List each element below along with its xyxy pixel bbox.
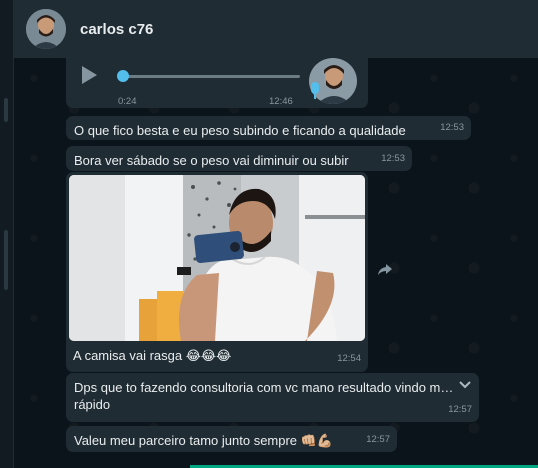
avatar-image xyxy=(309,58,357,104)
message-text: Dps que to fazendo consultoria com vc ma… xyxy=(74,380,454,412)
audio-progress-knob[interactable] xyxy=(117,70,129,82)
contact-avatar[interactable] xyxy=(26,9,66,49)
chat-header[interactable]: carlos c76 xyxy=(14,0,538,58)
message-time: 12:53 xyxy=(381,153,405,164)
message-time: 12:57 xyxy=(448,404,472,415)
contact-name[interactable]: carlos c76 xyxy=(80,21,153,38)
message-time: 12:54 xyxy=(337,353,361,364)
scroll-mark xyxy=(4,230,8,290)
play-icon[interactable] xyxy=(82,66,97,84)
message-bubble[interactable]: Bora ver sábado se o peso vai diminuir o… xyxy=(66,146,412,171)
photo-thumbnail[interactable] xyxy=(69,175,365,341)
message-bubble[interactable]: O que fico besta e eu peso subindo e fic… xyxy=(66,116,471,140)
message-bubble[interactable]: Dps que to fazendo consultoria com vc ma… xyxy=(66,373,479,422)
mic-icon xyxy=(311,82,319,99)
photo-caption: A camisa vai rasga 😂😂😂 xyxy=(73,348,232,363)
message-text: O que fico besta e eu peso subindo e fic… xyxy=(74,123,406,138)
chevron-down-icon[interactable] xyxy=(458,379,472,391)
chat-area[interactable]: 0:24 12:46 O que fico besta e eu peso su… xyxy=(14,58,538,468)
side-strip xyxy=(0,0,14,468)
message-text: Bora ver sábado se o peso vai diminuir o… xyxy=(74,153,349,168)
photo-message[interactable]: A camisa vai rasga 😂😂😂 12:54 xyxy=(66,172,368,372)
forward-icon[interactable] xyxy=(377,261,393,277)
message-text: Valeu meu parceiro tamo junto sempre 👊🏼💪… xyxy=(74,433,334,448)
sender-avatar xyxy=(309,58,357,104)
message-time: 12:53 xyxy=(440,122,464,133)
mirror-selfie-image xyxy=(69,175,365,341)
voice-message[interactable]: 0:24 12:46 xyxy=(66,58,368,108)
audio-duration: 0:24 xyxy=(118,96,137,107)
message-bubble[interactable]: Valeu meu parceiro tamo junto sempre 👊🏼💪… xyxy=(66,426,397,452)
message-time: 12:46 xyxy=(269,96,293,107)
message-time: 12:57 xyxy=(366,434,390,445)
audio-progress-track[interactable] xyxy=(124,75,300,78)
avatar-image xyxy=(26,9,66,49)
scroll-mark xyxy=(4,98,8,122)
